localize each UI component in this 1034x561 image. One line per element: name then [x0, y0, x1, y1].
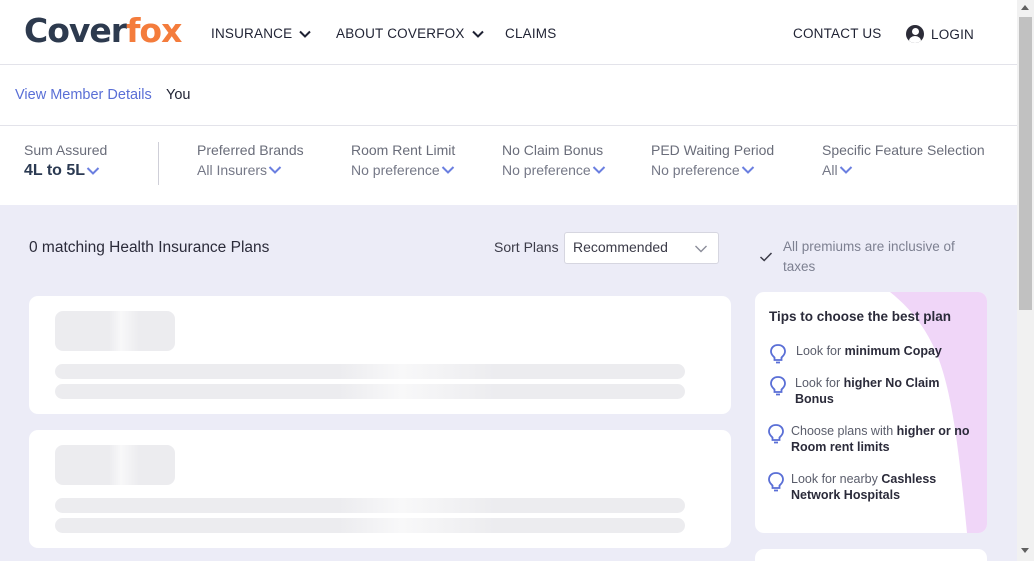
nav-insurance-label: INSURANCE	[211, 26, 293, 41]
login-label: LOGIN	[931, 26, 975, 42]
filter-bar: Sum Assured 4L to 5L Preferred Brands Al…	[0, 126, 1017, 205]
chevron-down-icon	[86, 167, 100, 175]
chevron-down-icon	[299, 30, 312, 38]
bulb-icon	[768, 424, 784, 444]
tip-prefix: Look for nearby	[791, 472, 882, 486]
filter-value: No preference	[351, 162, 455, 178]
skeleton-line	[55, 364, 685, 379]
tip-prefix: Look for	[795, 376, 844, 390]
plan-card-placeholder	[29, 296, 731, 414]
sort-selected-value: Recommended	[573, 239, 668, 255]
filter-value-text: All	[822, 162, 838, 178]
sort-plans-select[interactable]: Recommended	[564, 232, 719, 264]
result-count: 0 matching Health Insurance Plans	[29, 239, 270, 256]
filter-value-text: No preference	[502, 162, 591, 178]
tip-item: Look for minimum Copay	[796, 343, 966, 359]
nav-claims-label: CLAIMS	[505, 26, 557, 41]
filter-label: Sum Assured	[24, 142, 108, 158]
scroll-thumb[interactable]	[1019, 17, 1032, 310]
tips-title: Tips to choose the best plan	[769, 309, 952, 324]
filter-label: No Claim Bonus	[502, 142, 604, 158]
sort-label: Sort Plans	[494, 239, 559, 255]
filter-specific-feature[interactable]: Specific Feature Selection All	[822, 142, 985, 178]
filter-value: No preference	[651, 162, 774, 178]
nav-insurance[interactable]: INSURANCE	[211, 26, 312, 41]
chevron-down-icon	[741, 166, 754, 174]
nav-claims[interactable]: CLAIMS	[505, 26, 556, 41]
member-value: You	[166, 87, 191, 103]
tip-prefix: Choose plans with	[791, 424, 897, 438]
chevron-down-icon	[839, 166, 852, 174]
chevron-down-icon	[441, 166, 454, 174]
filter-value: All	[822, 162, 985, 178]
page-scrollbar[interactable]	[1017, 0, 1034, 561]
tip-item: Look for nearby Cashless Network Hospita…	[791, 471, 961, 503]
premium-note: All premiums are inclusive of taxes	[783, 239, 955, 274]
tip-item: Choose plans with higher or no Room rent…	[791, 423, 971, 455]
bulb-icon	[768, 472, 784, 492]
member-details-row: View Member Details You	[0, 65, 1017, 126]
scroll-up-arrow-icon[interactable]	[1021, 5, 1029, 10]
filter-value: All Insurers	[197, 162, 304, 178]
logo-text-main: Cover	[24, 11, 127, 50]
filter-divider	[158, 142, 159, 185]
filter-value-text: All Insurers	[197, 162, 268, 178]
tip-bold: minimum Copay	[844, 344, 942, 358]
plan-card-placeholder	[29, 430, 731, 548]
tips-card: Tips to choose the best plan Look for mi…	[755, 292, 987, 533]
filter-preferred-brands[interactable]: Preferred Brands All Insurers	[197, 142, 304, 178]
logo-text-accent: fox	[126, 11, 182, 50]
skeleton-line	[55, 384, 685, 399]
nav-about-label: ABOUT COVERFOX	[336, 26, 465, 41]
next-card-peek	[755, 549, 987, 561]
skeleton-line	[55, 498, 685, 513]
login-button[interactable]: LOGIN	[906, 25, 974, 43]
tip-item: Look for higher No Claim Bonus	[795, 375, 955, 407]
filter-ped-waiting-period[interactable]: PED Waiting Period No preference	[651, 142, 774, 178]
filter-sum-assured[interactable]: Sum Assured 4L to 5L	[24, 142, 107, 180]
filter-value: 4L to 5L	[24, 162, 107, 180]
filter-value: No preference	[502, 162, 606, 178]
coverfox-logo[interactable]: Coverfox	[24, 11, 182, 50]
filter-label: Room Rent Limit	[351, 142, 456, 158]
chevron-down-icon	[471, 30, 484, 38]
skeleton-logo	[55, 311, 175, 351]
results-area: 0 matching Health Insurance Plans Sort P…	[0, 205, 1017, 561]
chevron-down-icon	[695, 245, 707, 253]
nav-contact-us[interactable]: CONTACT US	[793, 26, 882, 41]
check-icon	[759, 252, 773, 262]
bulb-icon	[770, 344, 786, 364]
nav-about-coverfox[interactable]: ABOUT COVERFOX	[336, 26, 485, 41]
skeleton-line	[55, 518, 685, 533]
filter-value-text: 4L to 5L	[24, 162, 86, 179]
filter-label: PED Waiting Period	[651, 142, 775, 158]
filter-value-text: No preference	[651, 162, 740, 178]
filter-label: Specific Feature Selection	[822, 142, 985, 158]
view-member-details-link[interactable]: View Member Details	[15, 87, 152, 103]
chevron-down-icon	[268, 166, 282, 174]
skeleton-logo	[55, 445, 175, 485]
bulb-icon	[770, 376, 786, 396]
filter-no-claim-bonus[interactable]: No Claim Bonus No preference	[502, 142, 606, 178]
user-icon	[906, 25, 924, 43]
chevron-down-icon	[592, 166, 605, 174]
top-header: Coverfox INSURANCE ABOUT COVERFOX CLAIMS…	[0, 0, 1017, 65]
filter-label: Preferred Brands	[197, 142, 304, 158]
filter-room-rent-limit[interactable]: Room Rent Limit No preference	[351, 142, 455, 178]
scroll-down-arrow-icon[interactable]	[1021, 548, 1029, 553]
filter-value-text: No preference	[351, 162, 440, 178]
tip-prefix: Look for	[796, 344, 845, 358]
nav-contact-label: CONTACT US	[793, 26, 882, 41]
